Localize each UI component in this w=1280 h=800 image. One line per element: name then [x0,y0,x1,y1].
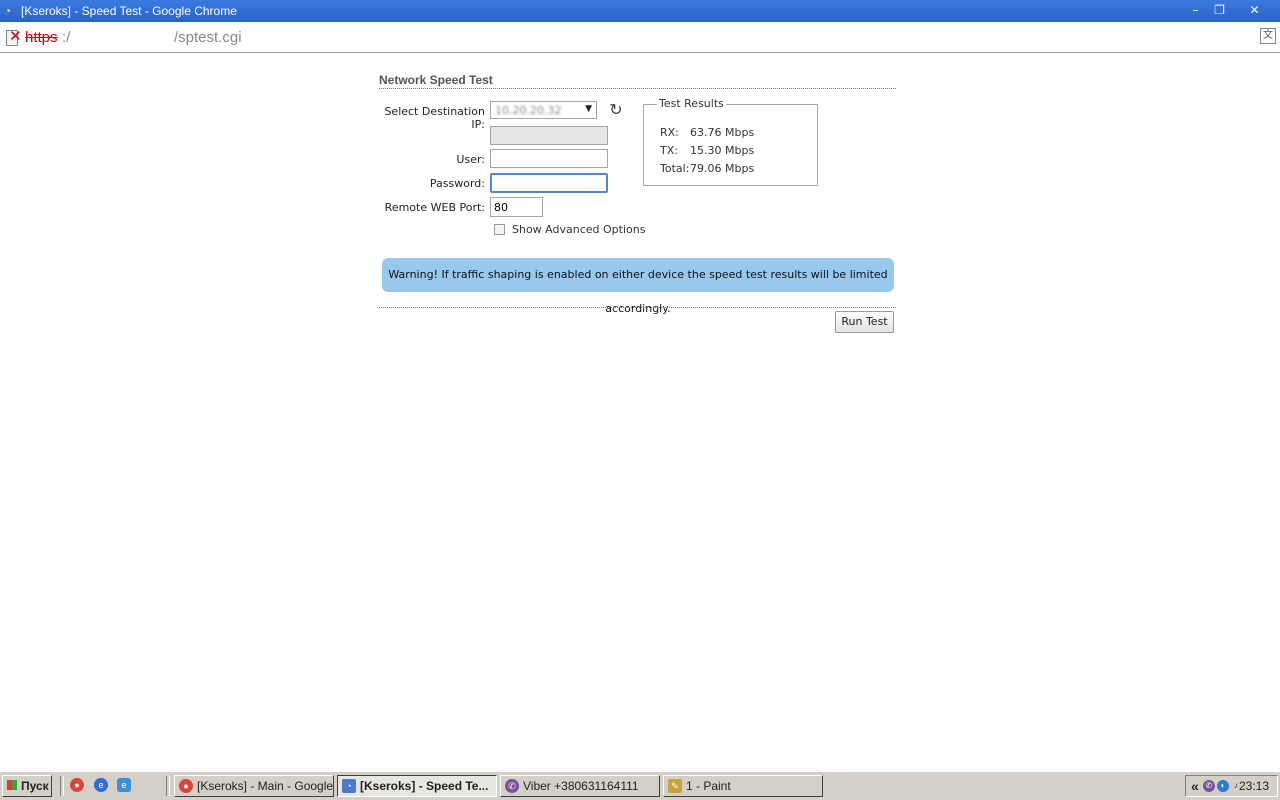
user-input[interactable] [490,149,608,168]
task-kseroks-speedtest[interactable]: ◔ [Kseroks] - Speed Te... [337,775,497,797]
ie-icon[interactable]: e [94,778,108,792]
taskbar-separator [60,776,64,796]
page-title: Network Speed Test [379,73,493,87]
port-label: Remote WEB Port: [384,201,485,214]
password-label: Password: [429,177,485,190]
run-test-button[interactable]: Run Test [835,311,894,333]
network-tray-icon[interactable]: ◐ [1217,780,1229,792]
task-label: [Kseroks] - Speed Te... [360,779,489,793]
tray-expand-icon[interactable]: « [1191,778,1199,794]
port-input[interactable] [490,197,543,217]
task-label: 1 - Paint [686,779,731,793]
task-label: Viber +380631164111 [523,779,639,793]
windows-flag-icon [7,780,17,790]
chevron-down-icon: ▼ [585,104,592,114]
chrome-icon: ● [179,779,193,793]
advanced-options-checkbox[interactable] [494,224,505,235]
rx-value: 63.76 Mbps [690,126,755,139]
rss-icon: ◔ [342,779,356,793]
destination-ip-value: 10.20.20.32 [495,104,562,117]
task-viber[interactable]: ✆ Viber +380631164111 [500,775,660,797]
viber-tray-icon[interactable]: ✆ [1203,780,1215,792]
app-icon[interactable]: e [117,778,131,792]
system-tray: « ✆ ◐ ♪ 23:13 [1185,775,1278,797]
total-value: 79.06 Mbps [690,162,755,175]
restore-button[interactable]: ❐ [1209,1,1230,19]
clock: 23:13 [1238,779,1269,793]
url-path[interactable]: /sptest.cgi [174,29,242,46]
rss-favicon-icon: ◔ [4,4,12,18]
title-divider [379,88,896,89]
password-input[interactable] [490,173,608,193]
destination-ip-select[interactable]: 10.20.20.32 ▼ [490,101,597,119]
taskbar: Пуск ● e e ● [Kseroks] - Main - Google..… [0,771,1280,800]
chrome-icon[interactable]: ● [70,778,84,792]
test-results-legend: Test Results [657,97,726,110]
task-paint[interactable]: ✎ 1 - Paint [663,775,823,797]
task-kseroks-main[interactable]: ● [Kseroks] - Main - Google... [174,775,334,797]
tx-value: 15.30 Mbps [690,144,755,157]
window-title: [Kseroks] - Speed Test - Google Chrome [21,4,237,18]
manual-ip-field[interactable] [490,126,608,145]
destination-ip-label: Select Destination IP: [384,105,485,131]
start-label: Пуск [21,779,49,793]
start-button[interactable]: Пуск [2,775,52,797]
window-titlebar[interactable]: ◔ [Kseroks] - Speed Test - Google Chrome… [0,0,1280,22]
taskbar-separator [166,776,170,796]
tx-label: TX: [660,144,678,157]
viber-icon: ✆ [505,779,519,793]
user-label: User: [456,153,485,166]
total-label: Total: [660,162,690,175]
task-label: [Kseroks] - Main - Google... [197,779,334,793]
footer-divider [379,307,896,308]
advanced-options-label[interactable]: Show Advanced Options [512,223,645,236]
close-button[interactable]: ✕ [1244,1,1265,19]
rx-label: RX: [660,126,679,139]
insecure-icon: ✕ [9,28,22,45]
url-separator[interactable]: :/ [62,29,70,46]
address-bar[interactable]: ✕ https :/ /sptest.cgi 文 [0,22,1280,53]
warning-banner: Warning! If traffic shaping is enabled o… [382,258,894,315]
translate-icon[interactable]: 文 [1260,28,1276,44]
refresh-icon[interactable]: ↻ [608,102,624,118]
paint-icon: ✎ [668,779,682,793]
minimize-button[interactable]: – [1185,1,1206,19]
url-protocol[interactable]: https [25,29,58,46]
